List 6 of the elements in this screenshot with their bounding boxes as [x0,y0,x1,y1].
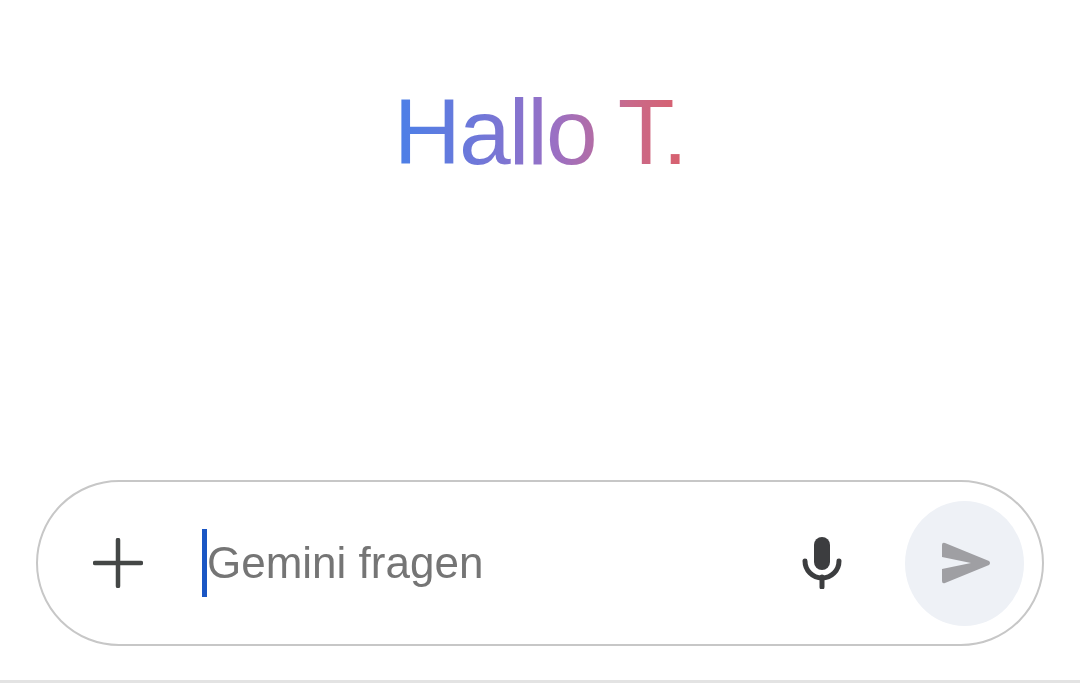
prompt-input[interactable]: Gemini fragen [207,533,782,593]
add-button[interactable] [93,538,143,588]
microphone-button[interactable] [802,537,842,589]
microphone-icon [802,537,842,589]
send-icon [940,542,991,584]
plus-icon [93,538,143,588]
